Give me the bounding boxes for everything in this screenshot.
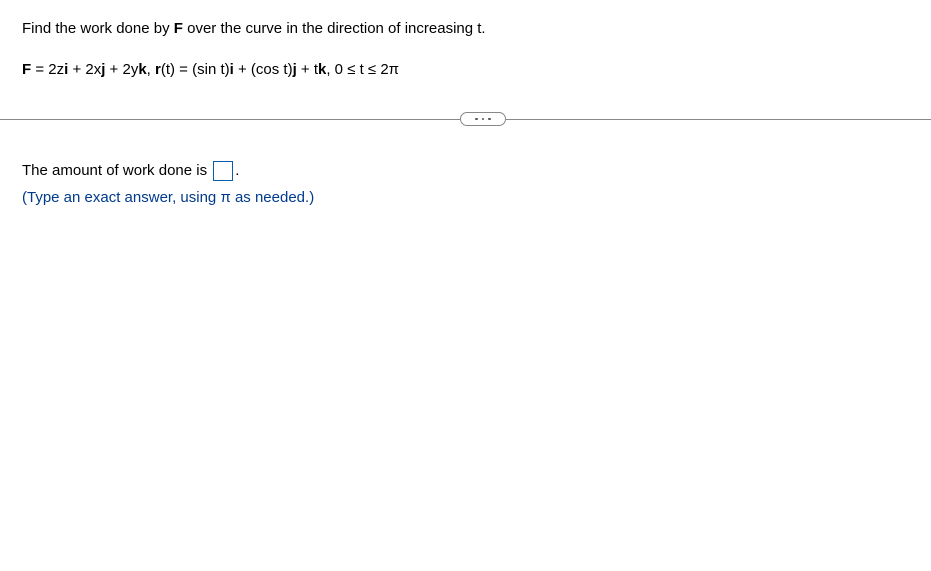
f-plus1: + 2x xyxy=(68,61,101,78)
r-arg: (t) = (sin t) xyxy=(161,61,230,78)
answer-line: The amount of work done is . xyxy=(22,157,909,186)
dot-icon xyxy=(482,118,485,121)
f-label: F xyxy=(22,61,31,78)
dot-icon xyxy=(475,118,478,121)
answer-suffix: . xyxy=(235,162,239,179)
section-divider xyxy=(22,109,909,129)
r-plus1: + (cos t) xyxy=(234,61,293,78)
dot-icon xyxy=(488,118,491,121)
r-range: , 0 ≤ t ≤ 2π xyxy=(326,61,399,78)
answer-input[interactable] xyxy=(213,161,233,181)
r-plus2: + t xyxy=(297,61,318,78)
f-comma: , xyxy=(147,61,155,78)
f-k: k xyxy=(138,61,146,78)
instruction-f: F xyxy=(174,20,183,37)
f-eq: = 2z xyxy=(31,61,64,78)
formula-line: F = 2zi + 2xj + 2yk, r(t) = (sin t)i + (… xyxy=(22,59,909,82)
answer-hint: (Type an exact answer, using π as needed… xyxy=(22,186,909,210)
more-options-button[interactable] xyxy=(460,112,506,126)
instruction-pre: Find the work done by xyxy=(22,20,174,37)
answer-prefix: The amount of work done is xyxy=(22,162,211,179)
instruction-post: over the curve in the direction of incre… xyxy=(183,20,486,37)
question-instruction: Find the work done by F over the curve i… xyxy=(22,18,909,41)
f-plus2: + 2y xyxy=(105,61,138,78)
